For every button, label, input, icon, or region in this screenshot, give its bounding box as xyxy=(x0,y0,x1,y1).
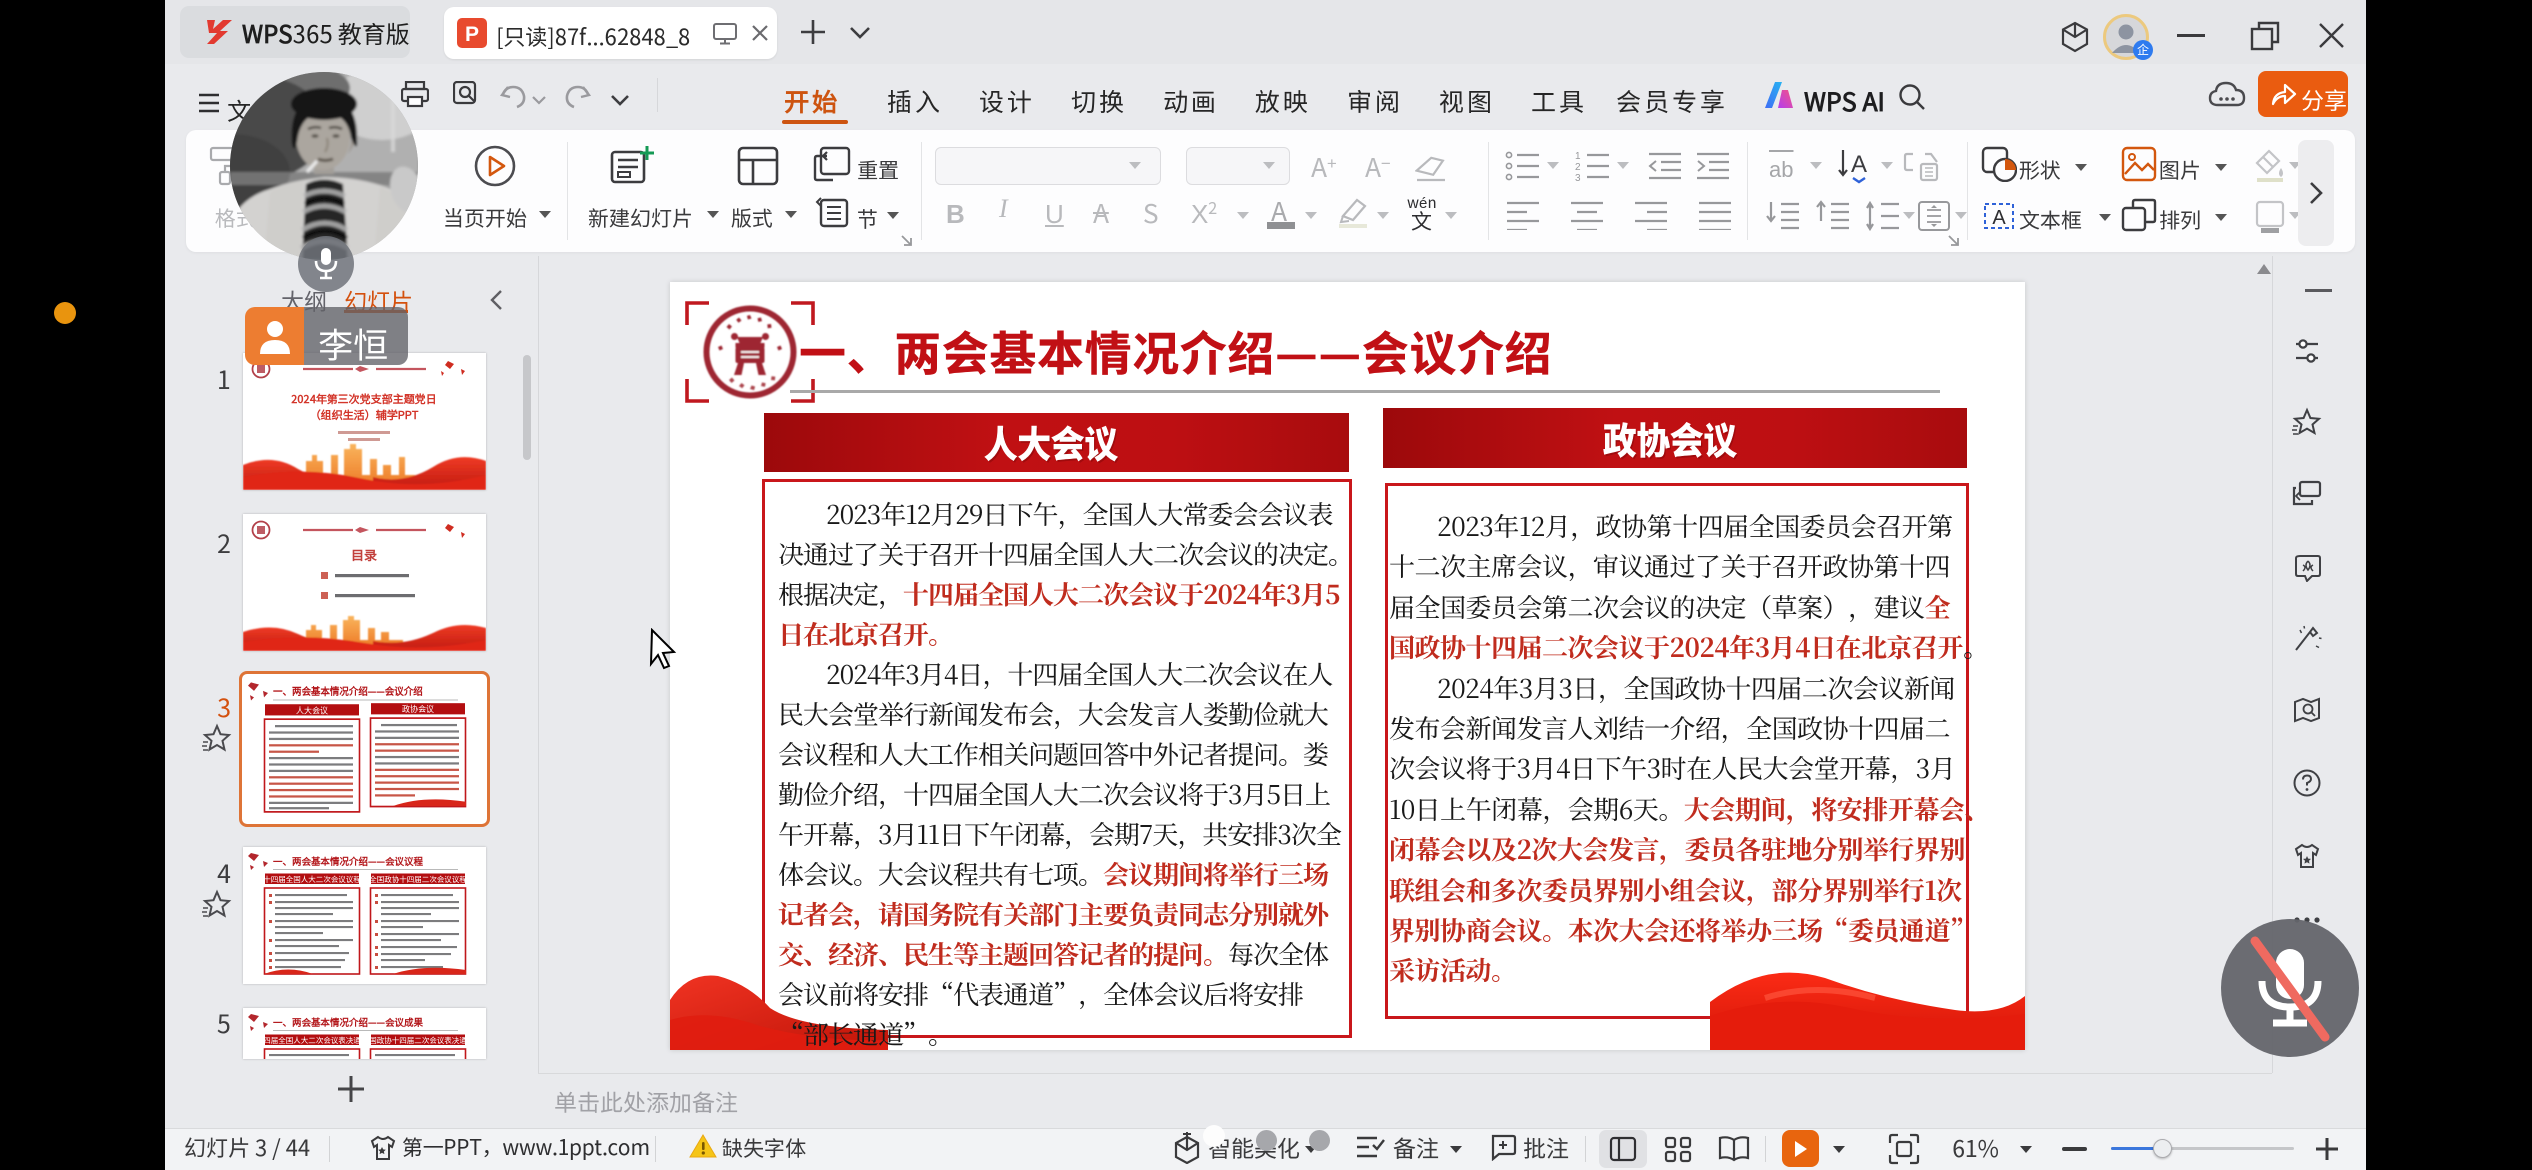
svg-text:A: A xyxy=(1851,151,1867,178)
svg-text:一、两会基本情况介绍——会议议程: 一、两会基本情况介绍——会议议程 xyxy=(273,854,423,868)
svg-text:十四届全国人大二次会议表决通过: 十四届全国人大二次会议表决通过 xyxy=(256,1035,369,1046)
svg-text:2024年第三次党支部主题党日: 2024年第三次党支部主题党日 xyxy=(291,391,436,407)
svg-text:政协会议: 政协会议 xyxy=(402,703,435,715)
svg-text:全国政协十四届二次会议表决通过: 全国政协十四届二次会议表决通过 xyxy=(362,1035,475,1046)
svg-text:全国政协十四届二次会议议程: 全国政协十四届二次会议议程 xyxy=(369,874,467,885)
svg-text:（组织生活）辅学PPT: （组织生活）辅学PPT xyxy=(310,407,419,423)
svg-text:1: 1 xyxy=(1575,151,1581,162)
svg-text:一、两会基本情况介绍——会议介绍: 一、两会基本情况介绍——会议介绍 xyxy=(272,684,423,698)
svg-text:3: 3 xyxy=(1575,173,1581,182)
svg-text:2: 2 xyxy=(1575,162,1581,173)
svg-text:P: P xyxy=(465,23,479,46)
svg-text:人大会议: 人大会议 xyxy=(296,704,329,716)
svg-text:一、两会基本情况介绍——会议成果: 一、两会基本情况介绍——会议成果 xyxy=(273,1015,423,1029)
svg-text:目录: 目录 xyxy=(351,545,377,564)
svg-text:十四届全国人大二次会议议程: 十四届全国人大二次会议议程 xyxy=(263,874,361,885)
svg-text:A: A xyxy=(1992,207,2006,229)
